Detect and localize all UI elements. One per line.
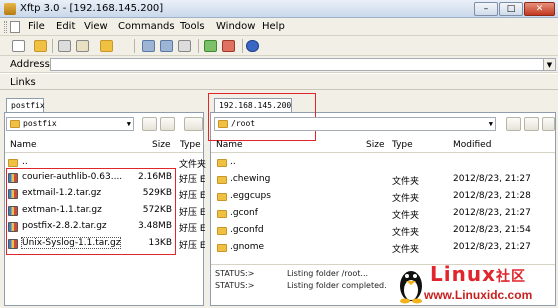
menu-edit[interactable]: Edit	[56, 21, 75, 32]
list-item-type: 文件夹	[392, 177, 420, 187]
chevron-down-icon[interactable]: ▼	[127, 118, 131, 130]
watermark-url: www.Linuxidc.com	[424, 288, 533, 302]
minimize-button[interactable]: –	[474, 2, 498, 16]
list-item-modified: 2012/8/23, 21:27	[453, 242, 531, 252]
watermark-logo: Linux社区 www.Linuxidc.com	[396, 262, 556, 306]
status-label: STATUS:>	[215, 281, 255, 290]
address-label: Address	[10, 59, 50, 70]
menu-view[interactable]: View	[84, 21, 108, 32]
remote-col-name[interactable]: Name	[216, 140, 243, 150]
menu-help[interactable]: Help	[262, 21, 285, 32]
connect-icon[interactable]	[204, 40, 217, 52]
list-item-type: 好压 E	[179, 191, 206, 201]
local-col-name[interactable]: Name	[10, 140, 37, 150]
list-item-type: 好压 E	[179, 175, 206, 185]
menu-window[interactable]: Window	[216, 21, 255, 32]
folder-icon[interactable]	[100, 40, 113, 52]
list-item[interactable]: .gconf	[230, 208, 258, 218]
list-item-type: 文件夹	[392, 245, 420, 255]
folder-icon	[217, 159, 227, 167]
links-label[interactable]: Links	[10, 77, 36, 88]
local-path-text: postfix	[23, 119, 57, 128]
local-col-size[interactable]: Size	[152, 140, 170, 150]
remote-col-size[interactable]: Size	[366, 140, 384, 150]
folder-icon	[217, 210, 227, 218]
list-item-modified: 2012/8/23, 21:28	[453, 191, 531, 201]
remote-view-button[interactable]	[542, 117, 555, 131]
document-icon	[10, 21, 20, 33]
folder-icon	[217, 193, 227, 201]
folder-icon	[217, 244, 227, 252]
list-item-type: 文件夹	[392, 228, 420, 238]
new-session-icon[interactable]	[12, 40, 25, 52]
local-path-field[interactable]: postfix ▼	[6, 117, 134, 131]
maximize-icon: □	[506, 4, 516, 14]
minimize-icon: –	[483, 4, 489, 14]
list-item[interactable]: ..	[230, 157, 236, 167]
list-item[interactable]: ..	[22, 157, 28, 167]
paste-icon[interactable]	[76, 40, 89, 52]
menu-file[interactable]: File	[28, 21, 45, 32]
local-col-type[interactable]: Type	[180, 140, 201, 150]
status-label: STATUS:>	[215, 269, 255, 278]
refresh-icon[interactable]	[178, 40, 191, 52]
download-icon[interactable]	[160, 40, 173, 52]
list-item[interactable]: .chewing	[230, 174, 270, 184]
folder-icon	[10, 120, 20, 128]
toolbar	[0, 36, 558, 56]
folder-icon	[218, 120, 228, 128]
close-icon: ✕	[535, 4, 544, 14]
remote-path-text: /root	[231, 119, 256, 128]
disconnect-icon[interactable]	[222, 40, 235, 52]
links-bar: Links	[0, 74, 558, 90]
list-item-modified: 2012/8/23, 21:27	[453, 174, 531, 184]
remote-col-modified[interactable]: Modified	[453, 140, 491, 150]
list-item-modified: 2012/8/23, 21:54	[453, 225, 531, 235]
status-text: Listing folder /root...	[287, 269, 369, 278]
upload-icon[interactable]	[142, 40, 155, 52]
list-item-type: 好压 E	[179, 224, 206, 234]
status-text: Listing folder completed.	[287, 281, 387, 290]
menu-tools[interactable]: Tools	[180, 21, 205, 32]
menu-commands[interactable]: Commands	[118, 21, 175, 32]
list-item-type: 好压 E	[179, 241, 206, 251]
open-folder-icon[interactable]	[34, 40, 47, 52]
chevron-down-icon[interactable]: ▼	[544, 58, 556, 71]
close-button[interactable]: ✕	[524, 2, 555, 16]
address-bar: Address ▼	[0, 56, 558, 73]
help-icon[interactable]	[246, 40, 259, 52]
remote-col-type[interactable]: Type	[392, 140, 413, 150]
folder-icon	[8, 159, 18, 167]
list-item-type: 好压 E	[179, 208, 206, 218]
local-view-button[interactable]	[184, 117, 203, 131]
local-up-folder-button[interactable]	[142, 117, 157, 131]
list-item[interactable]: .eggcups	[230, 191, 271, 201]
maximize-button[interactable]: □	[499, 2, 523, 16]
folder-icon	[217, 227, 227, 235]
list-item[interactable]: .gnome	[230, 242, 264, 252]
highlight-box	[6, 168, 176, 255]
tab-local[interactable]: postfix	[6, 98, 45, 113]
title-bar: Xftp 3.0 - [192.168.145.200] – □ ✕	[0, 0, 558, 18]
window-title: Xftp 3.0 - [192.168.145.200]	[20, 3, 164, 14]
list-item-type: 文件夹	[392, 211, 420, 221]
watermark-brand: Linux社区	[430, 262, 526, 286]
menu-bar: File Edit View Commands Tools Window Hel…	[0, 18, 558, 36]
app-icon	[4, 3, 16, 15]
list-item[interactable]: .gconfd	[230, 225, 264, 235]
remote-path-field[interactable]: /root ▼	[214, 117, 496, 131]
folder-icon	[217, 176, 227, 184]
local-home-button[interactable]	[160, 117, 175, 131]
address-input[interactable]	[50, 58, 544, 71]
list-item-type: 文件夹	[179, 160, 207, 170]
list-item-modified: 2012/8/23, 21:27	[453, 208, 531, 218]
list-item-type: 文件夹	[392, 194, 420, 204]
remote-home-button[interactable]	[524, 117, 539, 131]
grip-icon	[4, 21, 7, 33]
remote-up-folder-button[interactable]	[506, 117, 521, 131]
copy-icon[interactable]	[58, 40, 71, 52]
chevron-down-icon[interactable]: ▼	[489, 118, 493, 130]
penguin-icon	[400, 271, 422, 304]
